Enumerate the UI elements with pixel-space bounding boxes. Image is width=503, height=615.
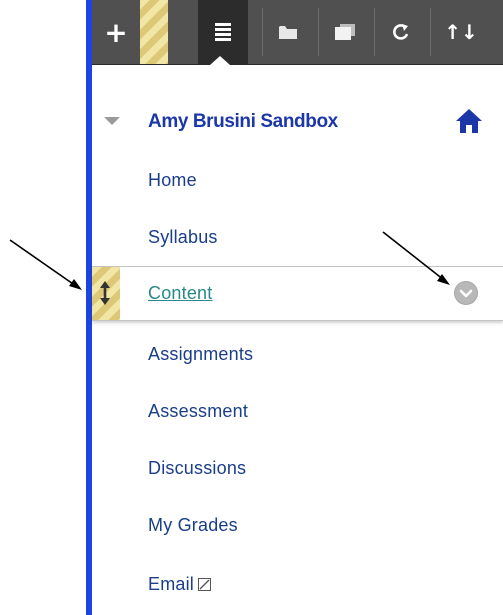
annotation-arrow-options: [382, 231, 445, 281]
annotation-arrows: [9, 231, 450, 290]
annotation-arrowhead-drag-handle: [69, 279, 82, 290]
annotation-arrow-drag-handle: [9, 239, 77, 287]
